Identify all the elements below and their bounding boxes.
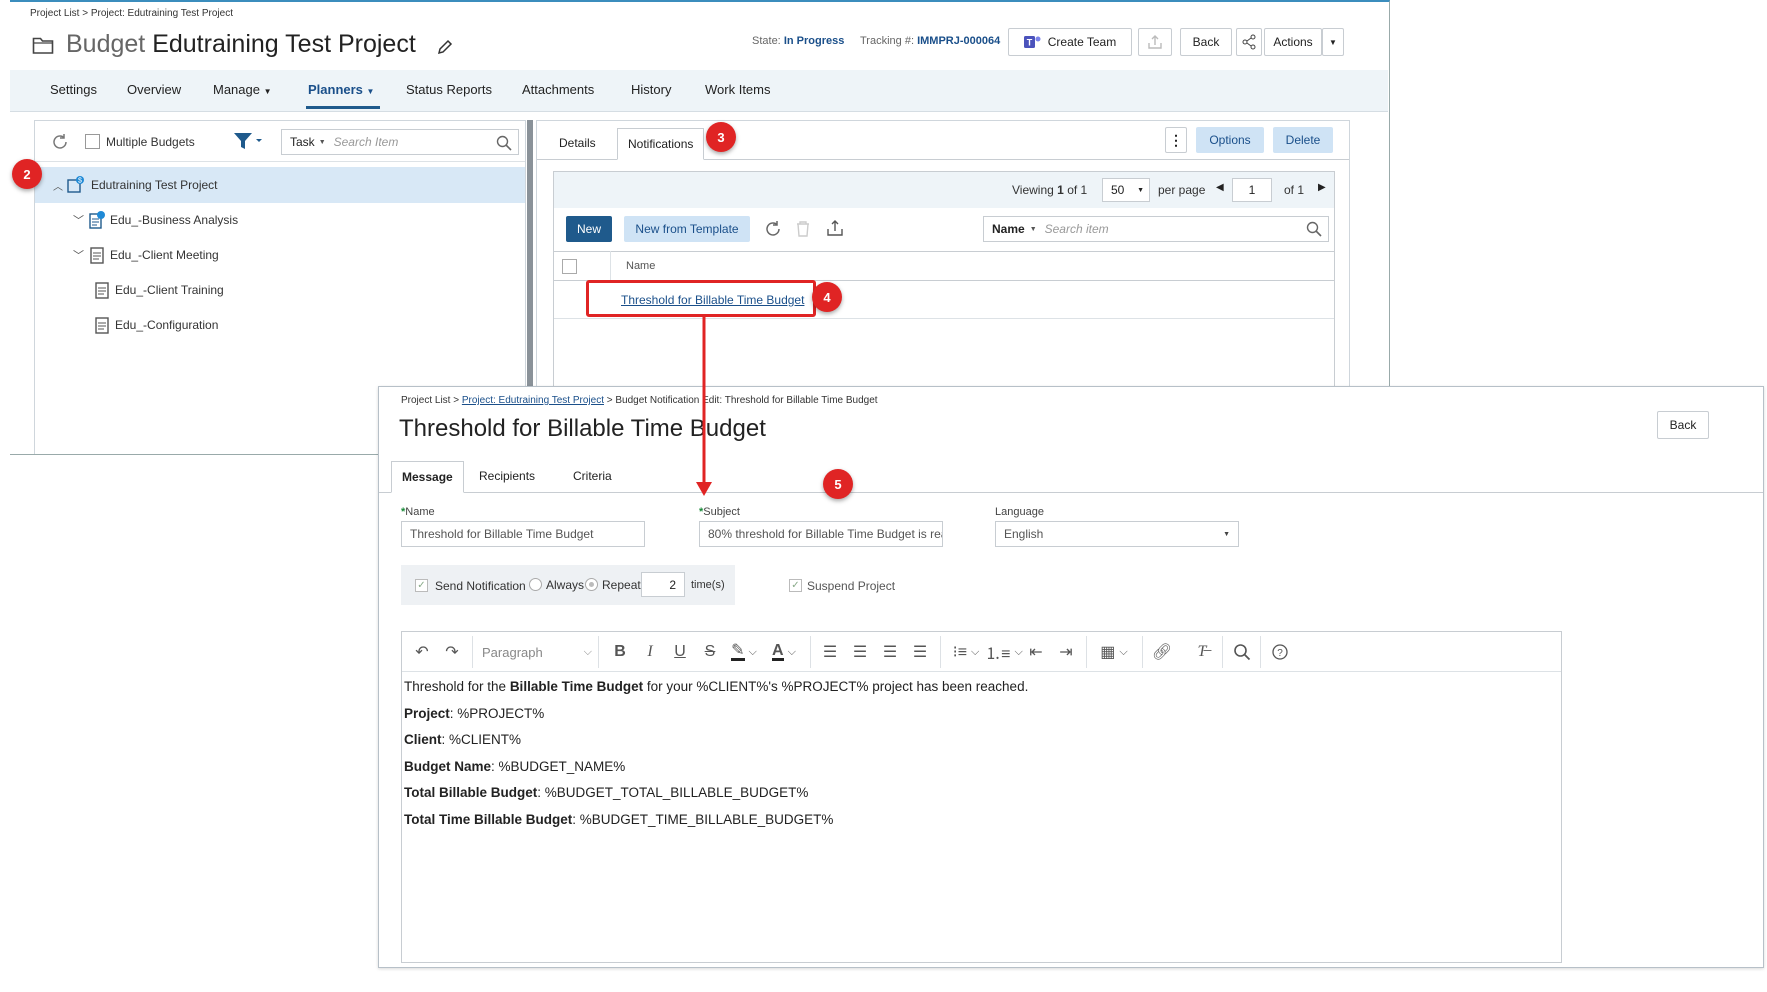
step-badge-5: 5: [823, 469, 853, 499]
connector-arrow: [696, 316, 712, 496]
